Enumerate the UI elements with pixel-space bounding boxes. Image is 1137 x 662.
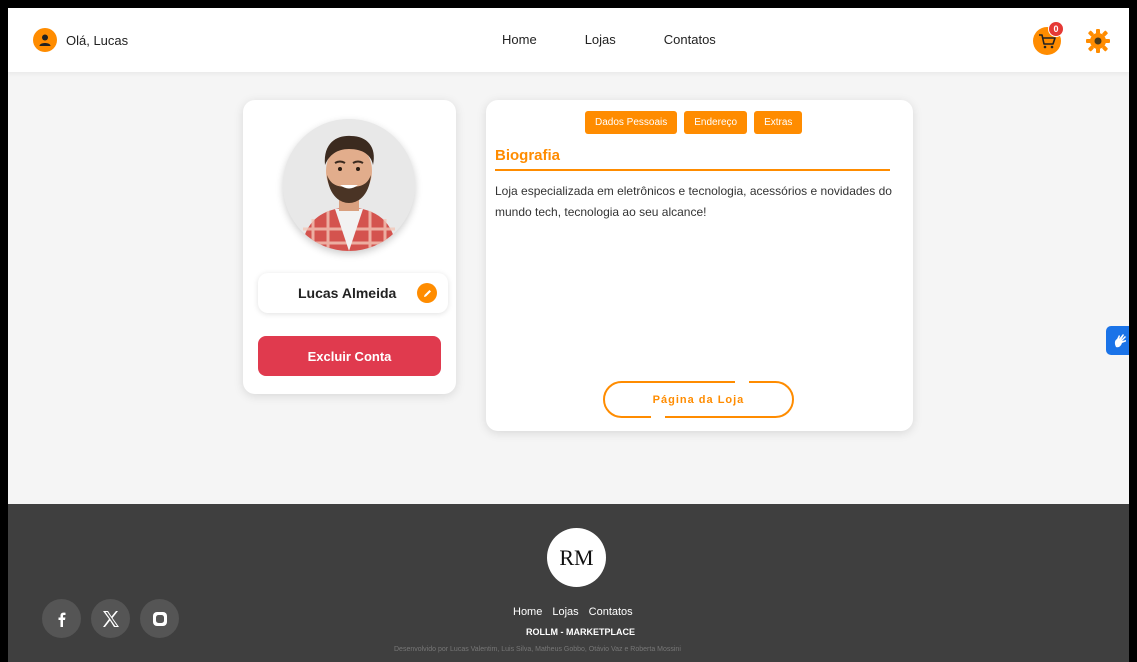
cart-count-badge: 0 <box>1048 21 1064 37</box>
footer-brand: ROLLM - MARKETPLACE <box>526 627 635 637</box>
tab-dados-pessoais[interactable]: Dados Pessoais <box>585 111 678 134</box>
user-icon <box>33 28 57 52</box>
footer-link-lojas[interactable]: Lojas <box>552 606 578 618</box>
edit-name-button[interactable] <box>417 283 437 303</box>
facebook-icon <box>58 612 65 627</box>
tab-extras[interactable]: Extras <box>754 111 803 134</box>
delete-account-button[interactable]: Excluir Conta <box>258 336 441 376</box>
tab-endereco[interactable]: Endereço <box>684 111 748 134</box>
social-links <box>42 599 179 638</box>
footer-link-home[interactable]: Home <box>513 606 542 618</box>
bio-title: Biografia <box>495 147 561 164</box>
profile-name: Lucas Almeida <box>298 285 397 301</box>
page: Olá, Lucas Home Lojas Contatos 0 Lucas A… <box>8 8 1129 662</box>
cart-button[interactable]: 0 <box>1033 21 1064 55</box>
name-box: Lucas Almeida <box>258 273 448 313</box>
profile-card: Lucas Almeida Excluir Conta <box>243 100 456 394</box>
sign-language-icon <box>1114 333 1126 347</box>
x-icon <box>102 610 119 627</box>
footer: RM Home Lojas Contatos ROLLM - MARKETPLA… <box>8 504 1129 662</box>
footer-logo: RM <box>547 528 606 587</box>
tabs: Dados Pessoais Endereço Extras <box>585 111 803 134</box>
user-greeting[interactable]: Olá, Lucas <box>33 28 128 52</box>
pencil-icon <box>423 289 431 297</box>
bio-card: Dados Pessoais Endereço Extras Biografia… <box>486 100 913 431</box>
bio-text: Loja especializada em eletrônicos e tecn… <box>495 184 892 219</box>
footer-link-contatos[interactable]: Contatos <box>589 606 633 618</box>
facebook-button[interactable] <box>42 599 81 638</box>
footer-credits: Desenvolvido por Lucas Valentim, Luis Si… <box>394 646 681 653</box>
nav-links: Home Lojas Contatos <box>502 32 716 47</box>
accessibility-button[interactable] <box>1106 326 1129 355</box>
nav-link-lojas[interactable]: Lojas <box>585 32 616 47</box>
gear-icon <box>1086 29 1110 53</box>
bio-divider <box>495 169 890 171</box>
instagram-button[interactable] <box>140 599 179 638</box>
settings-button[interactable] <box>1085 28 1111 54</box>
avatar <box>283 119 415 251</box>
footer-links: Home Lojas Contatos <box>513 606 633 618</box>
store-page-button[interactable]: Página da Loja <box>603 380 794 419</box>
greeting-text: Olá, Lucas <box>66 32 129 48</box>
nav-link-contatos[interactable]: Contatos <box>664 32 716 47</box>
nav-link-home[interactable]: Home <box>502 32 537 47</box>
instagram-icon <box>152 611 167 626</box>
x-button[interactable] <box>91 599 130 638</box>
navbar: Olá, Lucas Home Lojas Contatos 0 <box>8 8 1129 72</box>
